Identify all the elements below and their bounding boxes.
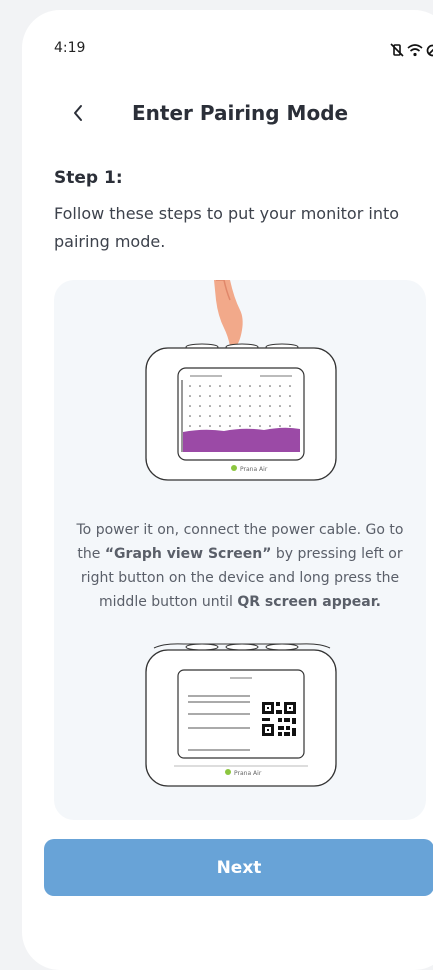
step-title: Step 1: bbox=[54, 168, 123, 188]
instruction-text: To power it on, connect the power cable.… bbox=[70, 518, 410, 614]
device-graph-illustration: Prana Air bbox=[144, 280, 339, 485]
device-qr-illustration: Prana Air bbox=[144, 640, 339, 790]
status-bar: 4:19 bbox=[54, 40, 433, 64]
step-description: Follow these steps to put your monitor i… bbox=[54, 200, 424, 256]
back-button[interactable] bbox=[62, 97, 94, 129]
phone-screen: 4:19 Enter Pairing Mode Step 1: Follow t… bbox=[22, 10, 433, 970]
page-title: Enter Pairing Mode bbox=[132, 101, 348, 125]
status-time: 4:19 bbox=[54, 40, 85, 56]
instruction-card: Prana Air To power it on, connect the po… bbox=[54, 280, 426, 820]
brand-label: Prana Air bbox=[240, 466, 268, 473]
dnd-icon bbox=[426, 42, 433, 61]
chevron-left-icon bbox=[72, 104, 84, 122]
brand-label-2: Prana Air bbox=[234, 770, 262, 777]
instruction-qr-screen: QR screen appear. bbox=[237, 594, 381, 610]
header: Enter Pairing Mode bbox=[22, 95, 433, 135]
next-button[interactable]: Next bbox=[44, 839, 433, 896]
instruction-graph-view: “Graph view Screen” bbox=[105, 546, 272, 562]
vibrate-off-icon bbox=[390, 42, 404, 61]
wifi-icon bbox=[407, 42, 423, 61]
status-icons bbox=[390, 42, 433, 61]
